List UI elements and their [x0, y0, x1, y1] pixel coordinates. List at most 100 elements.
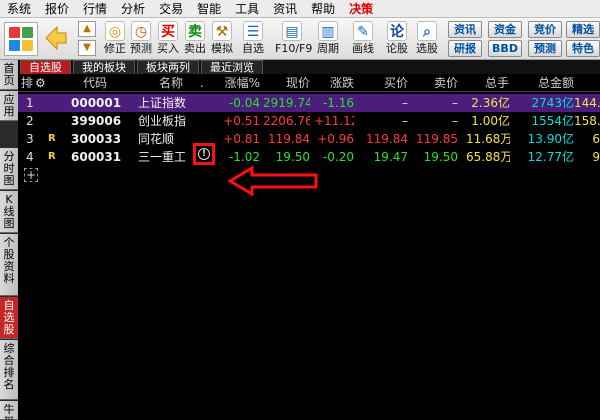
row-name: 创业板指 — [138, 114, 187, 128]
row-flag: R — [48, 133, 56, 144]
row-flag: R — [48, 151, 56, 162]
row-change: +0.96 — [317, 132, 354, 146]
predict-button[interactable]: ◷ 预测 — [126, 21, 156, 56]
header-ask[interactable]: 卖价 — [422, 74, 458, 92]
header-bid[interactable]: 买价 — [372, 74, 408, 92]
menu-quote[interactable]: 报价 — [38, 0, 76, 18]
auction-button[interactable]: 竞价 — [528, 21, 562, 38]
back-arrow-icon[interactable] — [44, 24, 68, 52]
tab-home[interactable]: 首页 — [0, 60, 18, 90]
bbd-button[interactable]: BBD — [488, 40, 522, 57]
header-amount[interactable]: 总金额 — [532, 74, 574, 92]
menu-news[interactable]: 资讯 — [266, 0, 304, 18]
header-change-pct[interactable]: 涨幅% — [218, 74, 260, 92]
simulate-label: 模拟 — [211, 42, 233, 55]
row-ask: 119.85 — [416, 132, 458, 146]
menu-smart[interactable]: 智能 — [190, 0, 228, 18]
row-index: 3 — [26, 132, 34, 146]
table-row[interactable]: 2 399006 创业板指 +0.51 2206.76 +11.12 – – 1… — [18, 112, 600, 130]
tab-apps[interactable]: 应用 — [0, 91, 18, 121]
header-change[interactable]: 涨跌 — [318, 74, 354, 92]
tab-timeshare[interactable]: 分时图 — [0, 148, 18, 190]
tab-stock-info[interactable]: 个股资料 — [0, 234, 18, 296]
row-amount: 2743亿 — [531, 96, 574, 110]
row-ask: 19.50 — [423, 150, 458, 164]
subtab-watchlist[interactable]: 自选股 — [20, 60, 71, 74]
row-bid: – — [402, 96, 408, 110]
subtab-my-sectors[interactable]: 我的板块 — [73, 60, 135, 74]
tab-ranking[interactable]: 综合排名 — [0, 340, 18, 400]
left-tab-bar: 首页 应用 分时图 K线图 个股资料 自选股 综合排名 牛叉 — [0, 60, 18, 420]
menu-system[interactable]: 系统 — [0, 0, 38, 18]
table-row[interactable]: 4 R 600031 三一重工 -1.02 19.50 -0.20 19.47 … — [18, 148, 600, 166]
magnifier-icon: ⌕ — [417, 21, 437, 41]
row-change-pct: +0.51 — [223, 114, 260, 128]
menu-market[interactable]: 行情 — [76, 0, 114, 18]
row-flag — [48, 94, 58, 112]
buy-icon: 买 — [158, 21, 178, 41]
f10-icon: ▤ — [282, 21, 302, 41]
select-stock-button[interactable]: ⌕ 选股 — [412, 21, 442, 56]
f10-label: F10/F9 — [275, 42, 313, 55]
app-logo[interactable] — [4, 22, 38, 56]
up-arrow-icon[interactable]: ▲ — [78, 21, 96, 37]
header-dot[interactable]: . — [200, 74, 208, 92]
row-code: 000001 — [71, 96, 122, 110]
row-ask: – — [452, 114, 458, 128]
header-code[interactable]: 代码 — [70, 74, 120, 92]
header-volume[interactable]: 总手 — [473, 74, 509, 92]
row-index: 4 — [26, 150, 34, 164]
lunshu-button[interactable]: 论 论股 — [382, 21, 412, 56]
add-stock-button[interactable]: + — [24, 168, 38, 182]
special-button[interactable]: 特色 — [566, 40, 600, 57]
row-price: 119.84 — [268, 132, 310, 146]
header-price[interactable]: 现价 — [270, 74, 310, 92]
pen-icon: ✎ — [353, 21, 373, 41]
row-code: 600031 — [71, 150, 122, 164]
list-icon: ☰ — [243, 21, 263, 41]
menu-bar: 系统 报价 行情 分析 交易 智能 工具 资讯 帮助 决策 — [0, 0, 600, 18]
self-select-button[interactable]: ☰ 自选 — [238, 21, 268, 56]
table-row[interactable]: 1 000001 上证指数 -0.04 2919.74 -1.16 – – 2.… — [18, 94, 600, 112]
subtab-sector-two-col[interactable]: 板块两列 — [137, 60, 199, 74]
menu-help[interactable]: 帮助 — [304, 0, 342, 18]
header-name[interactable]: 名称 — [146, 74, 196, 92]
capital-button[interactable]: 资金 — [488, 21, 522, 38]
row-volume: 11.68万 — [466, 132, 510, 146]
menu-analysis[interactable]: 分析 — [114, 0, 152, 18]
row-amount: 12.77亿 — [527, 150, 574, 164]
f10-button[interactable]: ▤ F10/F9 — [275, 21, 313, 56]
tab-kline[interactable]: K线图 — [0, 191, 18, 233]
row-index: 2 — [26, 114, 34, 128]
sell-button[interactable]: 卖 卖出 — [180, 21, 210, 56]
forecast-button[interactable]: 预测 — [528, 40, 562, 57]
table-row[interactable]: 3 R 300033 同花顺 +0.81 119.84 +0.96 119.84… — [18, 130, 600, 148]
row-volume: 65.88万 — [466, 150, 510, 164]
row-ask: – — [452, 96, 458, 110]
row-change-pct: +0.81 — [223, 132, 260, 146]
tab-niucha[interactable]: 牛叉 — [0, 401, 18, 420]
news-button[interactable]: 资讯 — [448, 21, 482, 38]
menu-trade[interactable]: 交易 — [152, 0, 190, 18]
subtab-recent[interactable]: 最近浏览 — [201, 60, 263, 74]
down-arrow-icon[interactable]: ▼ — [78, 40, 96, 56]
lun-icon: 论 — [387, 21, 407, 41]
row-extra: 9 — [592, 150, 600, 164]
menu-tools[interactable]: 工具 — [228, 0, 266, 18]
row-bid: 119.84 — [366, 132, 408, 146]
sell-icon: 卖 — [185, 21, 205, 41]
gear-icon[interactable]: ⚙ — [35, 74, 51, 92]
menu-decision[interactable]: 决策 — [342, 0, 380, 18]
simulate-button[interactable]: ⚒ 模拟 — [207, 21, 237, 56]
row-price: 2919.74 — [263, 96, 310, 110]
row-extra: 6 — [592, 132, 600, 146]
info-icon[interactable]: ! — [198, 148, 210, 160]
draw-button[interactable]: ✎ 画线 — [348, 21, 378, 56]
tab-watchlist[interactable]: 自选股 — [0, 297, 18, 339]
featured-button[interactable]: 精选 — [566, 21, 600, 38]
research-button[interactable]: 研报 — [448, 40, 482, 57]
period-button[interactable]: ▥ 周期 — [313, 21, 343, 56]
select-stock-label: 选股 — [416, 42, 438, 55]
header-rank[interactable]: 排 — [21, 74, 33, 92]
buy-button[interactable]: 买 买入 — [153, 21, 183, 56]
